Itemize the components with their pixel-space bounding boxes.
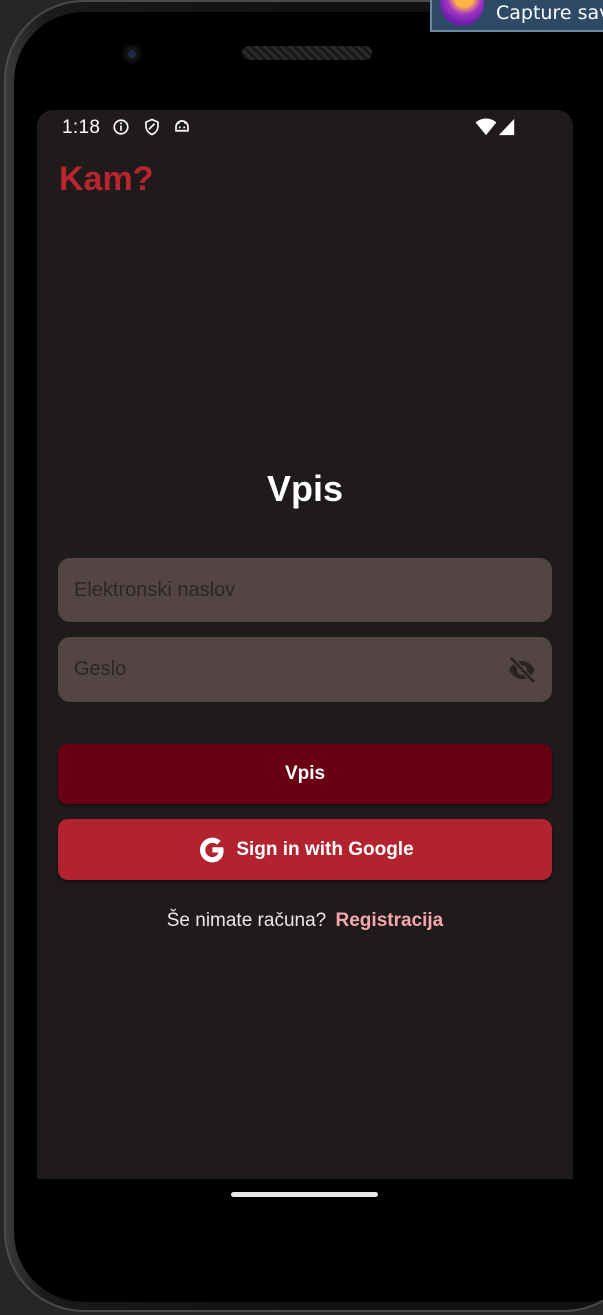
email-field[interactable] bbox=[58, 558, 552, 622]
capture-notification[interactable]: Capture save bbox=[430, 0, 603, 32]
register-link[interactable]: Registracija bbox=[336, 910, 444, 931]
register-prompt-text: Še nimate računa? bbox=[166, 910, 327, 931]
phone-screen: 1:18 Kam? Vpis Elektronski naslov Vpis S… bbox=[37, 110, 573, 1179]
eye-off-icon[interactable] bbox=[506, 654, 538, 686]
shield-icon bbox=[143, 118, 161, 136]
home-indicator[interactable] bbox=[231, 1192, 378, 1197]
google-g-icon bbox=[200, 837, 224, 862]
password-field-container bbox=[58, 637, 552, 702]
earpiece-speaker bbox=[242, 46, 372, 60]
android-icon bbox=[173, 118, 191, 136]
wifi-icon bbox=[475, 118, 497, 136]
google-signin-button[interactable]: Sign in with Google bbox=[58, 819, 552, 880]
cell-signal-icon bbox=[498, 118, 516, 136]
info-icon bbox=[112, 118, 130, 136]
login-button-label: Vpis bbox=[284, 763, 326, 784]
status-time: 1:18 bbox=[62, 117, 101, 138]
desktop-background: 1:18 Kam? Vpis Elektronski naslov Vpis S… bbox=[0, 0, 603, 1315]
app-title: Kam? bbox=[59, 160, 154, 198]
login-title: Vpis bbox=[266, 468, 344, 509]
register-prompt-row: Še nimate računa? Registracija bbox=[37, 910, 573, 932]
status-bar: 1:18 bbox=[37, 110, 573, 144]
google-signin-label: Sign in with Google bbox=[236, 838, 414, 860]
screenshot-tool-icon bbox=[440, 0, 484, 26]
notification-text: Capture save bbox=[496, 2, 603, 24]
password-field[interactable] bbox=[58, 637, 552, 702]
front-camera bbox=[122, 44, 142, 64]
login-button[interactable]: Vpis bbox=[58, 744, 552, 804]
